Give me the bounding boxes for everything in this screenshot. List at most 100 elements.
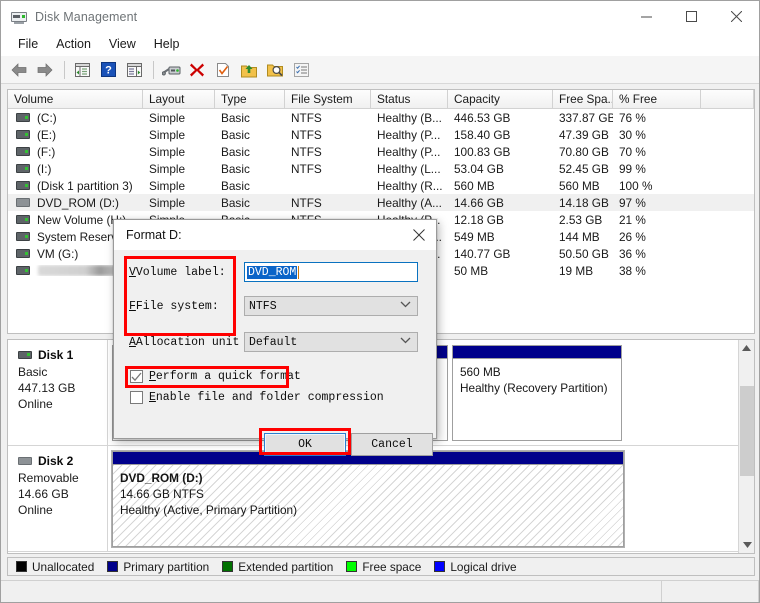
help-icon[interactable]: ? (96, 58, 120, 82)
toolbar-separator (153, 60, 154, 79)
menu-file[interactable]: File (9, 34, 47, 54)
capacity-cell: 158.40 GB (454, 127, 511, 142)
compression-checkbox-box[interactable] (130, 391, 143, 404)
capacity-cell: 50 MB (454, 263, 489, 278)
disk-name: Disk 1 (38, 348, 74, 362)
back-icon[interactable] (7, 58, 31, 82)
ok-button[interactable]: OK (264, 433, 346, 456)
scroll-up-arrow[interactable] (739, 340, 754, 356)
disk-info-panel[interactable]: Disk 1 Basic 447.13 GB Online (8, 340, 108, 445)
column-header-volume[interactable]: Volume (8, 90, 143, 108)
free-space-cell: 14.18 GB (559, 195, 609, 210)
percent-free-cell: 100 % (619, 178, 653, 193)
legend-label: Extended partition (238, 559, 334, 574)
column-header-layout[interactable]: Layout (143, 90, 215, 108)
column-header-file-system[interactable]: File System (285, 90, 371, 108)
volume-name: VM (G:) (37, 246, 79, 261)
free-space-cell: 50.50 GB (559, 246, 609, 261)
table-row[interactable]: (Disk 1 partition 3) Simple Basic Healthy (… (8, 177, 754, 194)
column-header-type[interactable]: Type (215, 90, 285, 108)
layout-cell: Simple (149, 127, 186, 142)
column-header-percent-free[interactable]: % Free (613, 90, 701, 108)
search-icon[interactable] (263, 58, 287, 82)
column-header-extra[interactable] (701, 90, 754, 108)
text-caret (298, 265, 300, 279)
legend-item: Unallocated (16, 560, 94, 574)
minimize-button[interactable] (624, 1, 669, 32)
volume-icon (16, 164, 30, 173)
volume-cell: (C:) (8, 111, 143, 125)
table-row[interactable]: (I:) Simple Basic NTFS Healthy (L... 53.04 GB… (8, 160, 754, 177)
status-cell: Healthy (B... (377, 110, 442, 125)
maximize-button[interactable] (669, 1, 714, 32)
close-button[interactable] (714, 1, 759, 32)
scrollbar-thumb[interactable] (740, 386, 754, 476)
dialog-close-button[interactable] (402, 220, 436, 250)
scroll-down-arrow[interactable] (739, 537, 754, 553)
compression-label: nable file and folder compression (155, 391, 384, 404)
show-hide-console-tree-icon[interactable] (70, 58, 94, 82)
delete-icon[interactable] (185, 58, 209, 82)
partition-block[interactable]: DVD_ROM (D:) 14.66 GB NTFS Healthy (Active… (111, 450, 625, 548)
quick-format-checkbox[interactable]: Perform a quick format (130, 370, 301, 383)
status-bar (1, 580, 759, 602)
quick-format-checkbox-box[interactable] (130, 370, 143, 383)
disk-info-panel[interactable]: Disk 2 Removable 14.66 GB Online (8, 446, 108, 551)
allocation-unit-select[interactable]: Default (244, 332, 418, 352)
free-space-cell: 47.39 GB (559, 127, 609, 142)
legend-swatch (16, 561, 27, 572)
percent-free-cell: 26 % (619, 229, 646, 244)
file-system-select[interactable]: NTFS (244, 296, 418, 316)
redacted-volume-name (38, 265, 124, 276)
forward-icon[interactable] (33, 58, 57, 82)
menu-view[interactable]: View (100, 34, 145, 54)
type-cell: Basic (221, 178, 250, 193)
free-space-cell: 19 MB (559, 263, 594, 278)
svg-text:?: ? (105, 65, 112, 77)
list-view-icon[interactable] (289, 58, 313, 82)
status-cell: Healthy (P... (377, 144, 441, 159)
export-icon[interactable] (237, 58, 261, 82)
table-row[interactable]: (F:) Simple Basic NTFS Healthy (P... 100.83 G… (8, 143, 754, 160)
volume-label-text: Volume label: (135, 266, 226, 279)
table-row[interactable]: (E:) Simple Basic NTFS Healthy (P... 158.40 G… (8, 126, 754, 143)
partition-block[interactable]: 560 MB Healthy (Recovery Partition) (452, 345, 622, 441)
volume-icon (16, 113, 30, 122)
volume-name: DVD_ROM (D:) (37, 195, 119, 210)
free-space-cell: 337.87 GB (559, 110, 613, 125)
allocation-unit-label: AAllocation unit (129, 336, 240, 349)
free-space-cell: 560 MB (559, 178, 600, 193)
free-space-cell: 2.53 GB (559, 212, 603, 227)
file-system-cell: NTFS (291, 195, 322, 210)
disk-state: Online (18, 397, 53, 411)
cancel-button[interactable]: Cancel (351, 433, 433, 456)
table-row[interactable]: DVD_ROM (D:) Simple Basic NTFS Healthy (A...… (8, 194, 754, 211)
percent-free-cell: 21 % (619, 212, 646, 227)
volume-label-label: VVolume label: (129, 266, 226, 279)
menu-bar: File Action View Help (1, 32, 759, 56)
volume-label-input[interactable]: DVD_ROM (244, 262, 418, 282)
column-header-free-space[interactable]: Free Spa... (553, 90, 613, 108)
graphical-view-scrollbar[interactable] (738, 340, 754, 553)
compression-checkbox[interactable]: Enable file and folder compression (130, 391, 384, 404)
column-header-capacity[interactable]: Capacity (448, 90, 553, 108)
show-hide-action-pane-icon[interactable] (122, 58, 146, 82)
volume-list-header: Volume Layout Type File System Status Ca… (8, 90, 754, 109)
percent-free-cell: 30 % (619, 127, 646, 142)
column-header-status[interactable]: Status (371, 90, 448, 108)
rescan-disks-icon[interactable] (159, 58, 183, 82)
capacity-cell: 140.77 GB (454, 246, 511, 261)
toolbar: ? (1, 56, 759, 84)
volume-cell: DVD_ROM (D:) (8, 196, 143, 210)
partition-line: 14.66 GB NTFS (120, 487, 204, 501)
toolbar-separator (64, 60, 65, 79)
type-cell: Basic (221, 161, 250, 176)
properties-icon[interactable] (211, 58, 235, 82)
volume-cell: (F:) (8, 145, 143, 159)
volume-icon (16, 249, 30, 258)
partition-body: 560 MB Healthy (Recovery Partition) (453, 359, 621, 440)
menu-action[interactable]: Action (47, 34, 100, 54)
table-row[interactable]: (C:) Simple Basic NTFS Healthy (B... 446.53 G… (8, 109, 754, 126)
disk-icon (18, 351, 32, 359)
menu-help[interactable]: Help (145, 34, 189, 54)
